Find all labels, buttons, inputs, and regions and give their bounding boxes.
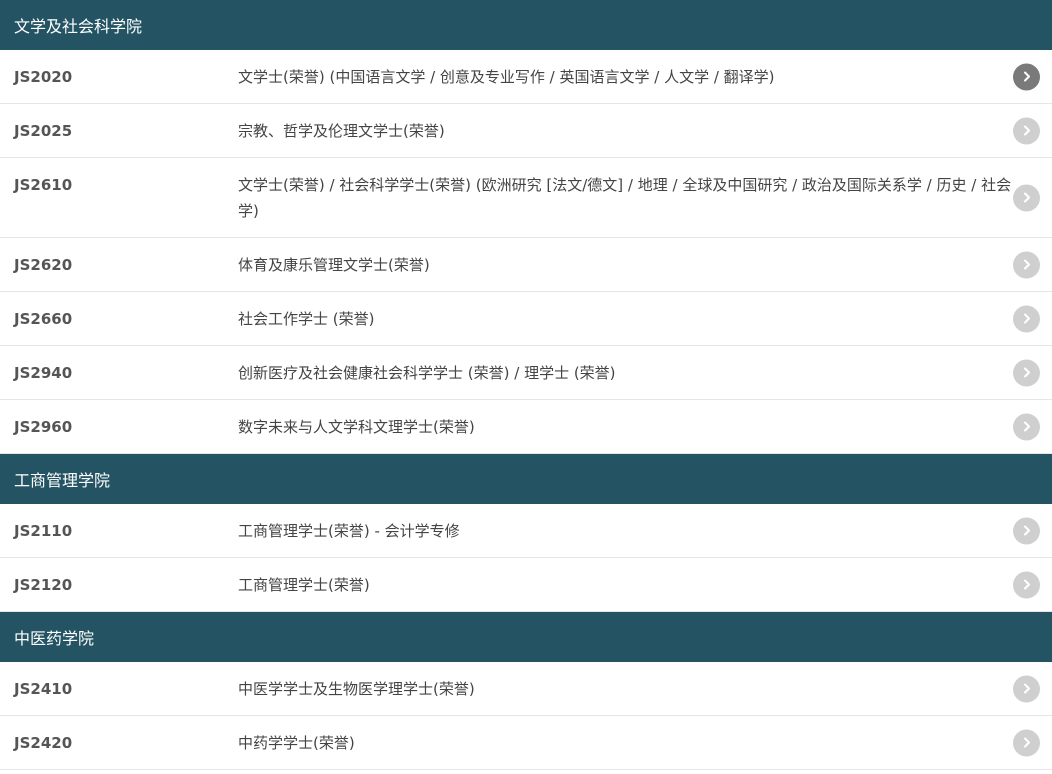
section-header-arts-social-sciences: 文学及社会科学院	[0, 0, 1052, 50]
programme-code: JS2120	[14, 576, 73, 594]
programme-list: 文学及社会科学院 JS2020 文学士(荣誉) (中国语言文学 / 创意及专业写…	[0, 0, 1052, 770]
section-title: 文学及社会科学院	[14, 17, 143, 36]
programme-code: JS2620	[14, 256, 73, 274]
programme-title[interactable]: 中医学学士及生物医学理学士(荣誉)	[238, 663, 1052, 715]
list-item[interactable]: JS2120 工商管理学士(荣誉)	[0, 558, 1052, 612]
chevron-right-icon[interactable]	[1013, 571, 1040, 598]
programme-title[interactable]: 中药学学士(荣誉)	[238, 717, 1052, 769]
section-title: 工商管理学院	[14, 471, 111, 490]
programme-code: JS2940	[14, 364, 73, 382]
chevron-right-icon[interactable]	[1013, 63, 1040, 90]
programme-title[interactable]: 创新医疗及社会健康社会科学学士 (荣誉) / 理学士 (荣誉)	[238, 347, 1052, 399]
chevron-right-icon[interactable]	[1013, 305, 1040, 332]
list-item[interactable]: JS2420 中药学学士(荣誉)	[0, 716, 1052, 770]
list-item[interactable]: JS2025 宗教、哲学及伦理文学士(荣誉)	[0, 104, 1052, 158]
programme-code: JS2610	[14, 176, 73, 194]
list-item[interactable]: JS2660 社会工作学士 (荣誉)	[0, 292, 1052, 346]
list-item[interactable]: JS2620 体育及康乐管理文学士(荣誉)	[0, 238, 1052, 292]
programme-code: JS2025	[14, 122, 73, 140]
list-item[interactable]: JS2940 创新医疗及社会健康社会科学学士 (荣誉) / 理学士 (荣誉)	[0, 346, 1052, 400]
programme-title[interactable]: 数字未来与人文学科文理学士(荣誉)	[238, 401, 1052, 453]
chevron-right-icon[interactable]	[1013, 184, 1040, 211]
programme-title[interactable]: 宗教、哲学及伦理文学士(荣誉)	[238, 105, 1052, 157]
chevron-right-icon[interactable]	[1013, 359, 1040, 386]
chevron-right-icon[interactable]	[1013, 675, 1040, 702]
section-header-chinese-medicine: 中医药学院	[0, 612, 1052, 662]
chevron-right-icon[interactable]	[1013, 117, 1040, 144]
list-item[interactable]: JS2410 中医学学士及生物医学理学士(荣誉)	[0, 662, 1052, 716]
programme-code: JS2110	[14, 522, 73, 540]
programme-title[interactable]: 体育及康乐管理文学士(荣誉)	[238, 239, 1052, 291]
chevron-right-icon[interactable]	[1013, 413, 1040, 440]
programme-title[interactable]: 社会工作学士 (荣誉)	[238, 293, 1052, 345]
programme-code: JS2410	[14, 680, 73, 698]
chevron-right-icon[interactable]	[1013, 251, 1040, 278]
chevron-right-icon[interactable]	[1013, 729, 1040, 756]
programme-code: JS2020	[14, 68, 73, 86]
list-item[interactable]: JS2020 文学士(荣誉) (中国语言文学 / 创意及专业写作 / 英国语言文…	[0, 50, 1052, 104]
section-header-business: 工商管理学院	[0, 454, 1052, 504]
chevron-right-icon[interactable]	[1013, 517, 1040, 544]
list-item[interactable]: JS2610 文学士(荣誉) / 社会科学学士(荣誉) (欧洲研究 [法文/德文…	[0, 158, 1052, 238]
programme-title[interactable]: 文学士(荣誉) / 社会科学学士(荣誉) (欧洲研究 [法文/德文] / 地理 …	[238, 159, 1052, 237]
programme-title[interactable]: 工商管理学士(荣誉) - 会计学专修	[238, 505, 1052, 557]
programme-code: JS2420	[14, 734, 73, 752]
programme-title[interactable]: 文学士(荣誉) (中国语言文学 / 创意及专业写作 / 英国语言文学 / 人文学…	[238, 51, 1052, 103]
programme-code: JS2660	[14, 310, 73, 328]
section-title: 中医药学院	[14, 629, 95, 648]
programme-title[interactable]: 工商管理学士(荣誉)	[238, 559, 1052, 611]
programme-code: JS2960	[14, 418, 73, 436]
list-item[interactable]: JS2960 数字未来与人文学科文理学士(荣誉)	[0, 400, 1052, 454]
list-item[interactable]: JS2110 工商管理学士(荣誉) - 会计学专修	[0, 504, 1052, 558]
